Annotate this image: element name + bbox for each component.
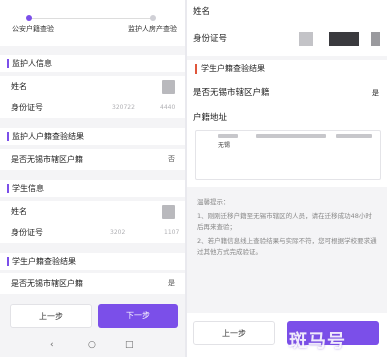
address-field: 无锡 bbox=[195, 130, 381, 180]
left-screenshot: 公安户籍查验 监护人房产查验 监护人信息 姓名 身份证号 320722 4440… bbox=[0, 0, 185, 357]
student-name-label: 姓名 bbox=[11, 207, 27, 216]
address-label: 户籍地址 bbox=[193, 113, 228, 123]
button-bar: 上一步 斑马号 bbox=[187, 313, 387, 357]
tips-panel: 温馨提示： 1、刚刚迁移户籍至无锡市辖区的人员，请在迁移成功48小时后再来查验；… bbox=[187, 187, 387, 313]
id-row: 身份证号 bbox=[187, 24, 387, 54]
student-name-row: 姓名 bbox=[0, 201, 185, 222]
redacted-address-part bbox=[218, 134, 238, 138]
tips-title: 温馨提示： bbox=[197, 198, 230, 206]
guardian-result-row: 是否无锡市辖区户籍 否 bbox=[0, 149, 185, 170]
guardian-result-question: 是否无锡市辖区户籍 bbox=[11, 155, 83, 164]
back-icon[interactable]: ‹ bbox=[50, 340, 54, 350]
watermark-logo: 斑马号 bbox=[289, 331, 346, 352]
redacted-id-part bbox=[329, 32, 359, 46]
student-result-header: 学生户籍查验结果 bbox=[0, 253, 185, 270]
recent-apps-icon[interactable]: □ bbox=[125, 340, 134, 350]
student-id-end: 1107 bbox=[164, 229, 180, 236]
address-label-row: 户籍地址 bbox=[187, 107, 387, 129]
tip-1: 1、刚刚迁移户籍至无锡市辖区的人员，请在迁移成功48小时后再来查验； bbox=[197, 212, 372, 231]
student-info-header: 学生信息 bbox=[0, 180, 185, 197]
student-result-answer: 是 bbox=[168, 279, 175, 287]
redacted-name bbox=[162, 80, 175, 94]
step-2-label: 监护人房产查验 bbox=[128, 25, 177, 33]
guardian-info-header: 监护人信息 bbox=[0, 55, 185, 72]
guardian-name-row: 姓名 bbox=[0, 76, 185, 97]
home-icon[interactable]: ○ bbox=[88, 340, 96, 350]
redacted-address-part bbox=[256, 134, 326, 138]
redacted-id-part bbox=[299, 32, 313, 46]
right-screenshot: 姓名 身份证号 学生户籍查验结果 是否无锡市辖区户籍 是 户籍地址 无锡 温馨提… bbox=[187, 0, 387, 357]
student-id-start: 3202 bbox=[110, 229, 126, 236]
step-1-dot bbox=[26, 15, 32, 21]
prev-button[interactable]: 上一步 bbox=[10, 304, 92, 328]
tip-2: 2、若户籍信息线上查验结果与实际不符，您可根据学校要求通过其他方式完成验证。 bbox=[197, 237, 377, 256]
student-id-label: 身份证号 bbox=[11, 228, 43, 237]
progress-track bbox=[28, 18, 155, 19]
result-answer: 是 bbox=[372, 89, 379, 97]
redacted-address-part bbox=[336, 134, 372, 138]
redacted-name bbox=[162, 205, 175, 219]
system-nav-bar: ‹ ○ □ bbox=[0, 336, 185, 357]
guardian-name-label: 姓名 bbox=[11, 82, 27, 91]
guardian-id-end: 4440 bbox=[160, 104, 176, 111]
prev-button[interactable]: 上一步 bbox=[193, 321, 275, 345]
guardian-id-start: 320722 bbox=[112, 104, 135, 111]
redacted-id-part bbox=[371, 32, 380, 46]
step-2-dot bbox=[150, 15, 156, 21]
guardian-result-answer: 否 bbox=[168, 155, 175, 163]
student-result-header: 学生户籍查验结果 bbox=[187, 60, 387, 78]
next-button[interactable]: 下一步 bbox=[98, 304, 178, 328]
name-label: 姓名 bbox=[193, 7, 211, 17]
student-result-question: 是否无锡市辖区户籍 bbox=[11, 279, 83, 288]
name-row: 姓名 bbox=[187, 0, 387, 24]
guardian-id-label: 身份证号 bbox=[11, 103, 43, 112]
address-value: 无锡 bbox=[218, 142, 231, 149]
student-result-row: 是否无锡市辖区户籍 是 bbox=[0, 273, 185, 294]
result-row: 是否无锡市辖区户籍 是 bbox=[187, 81, 387, 105]
id-label: 身份证号 bbox=[193, 34, 228, 44]
guardian-result-header: 监护人户籍查验结果 bbox=[0, 128, 185, 145]
progress-steps: 公安户籍查验 监护人房产查验 bbox=[0, 0, 185, 46]
result-question: 是否无锡市辖区户籍 bbox=[193, 88, 270, 98]
step-1-label: 公安户籍查验 bbox=[12, 25, 54, 33]
guardian-id-row: 身份证号 320722 4440 bbox=[0, 97, 185, 118]
student-id-row: 身份证号 3202 1107 bbox=[0, 222, 185, 243]
